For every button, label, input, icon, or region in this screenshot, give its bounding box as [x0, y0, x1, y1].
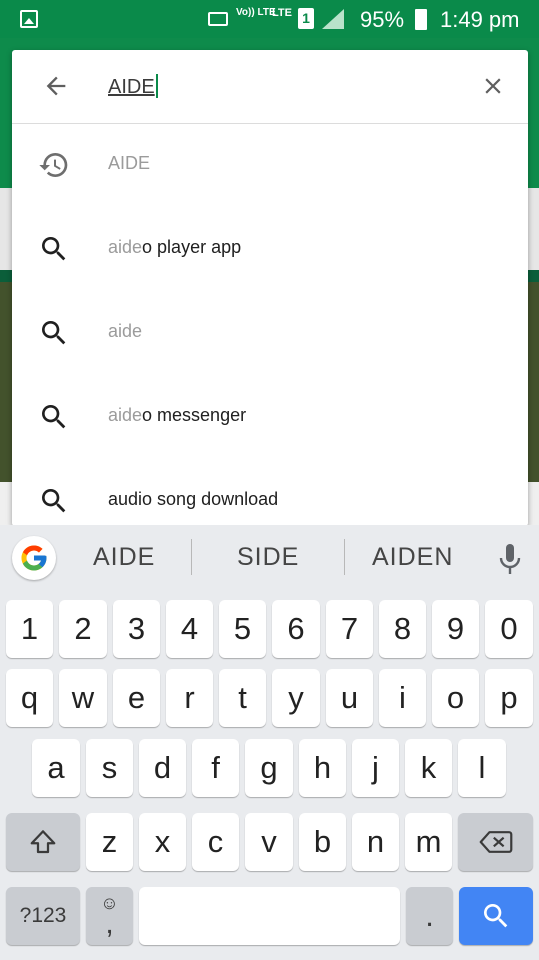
- suggestion-text: audio song download: [108, 489, 279, 509]
- shift-key[interactable]: [6, 813, 80, 871]
- key-n[interactable]: n: [352, 813, 399, 871]
- keyboard-suggestion[interactable]: SIDE: [237, 543, 299, 572]
- battery-percent: 95%: [360, 7, 405, 32]
- keyboard-suggestion[interactable]: AIDE: [93, 543, 155, 572]
- symbols-key[interactable]: ?123: [6, 887, 80, 945]
- key-o[interactable]: o: [432, 669, 479, 727]
- key-k[interactable]: k: [405, 739, 452, 797]
- key-z[interactable]: z: [86, 813, 133, 871]
- suggestion-item[interactable]: aide: [12, 291, 528, 375]
- search-icon: [42, 405, 66, 429]
- clock: 1:49 pm: [440, 7, 520, 32]
- suggestion-item[interactable]: aideo messenger: [12, 375, 528, 459]
- google-g-icon: [21, 545, 47, 571]
- key-c[interactable]: c: [192, 813, 239, 871]
- shift-icon: [30, 830, 56, 854]
- keyboard: AIDE SIDE AIDEN 1 2 3 4 5 6 7 8 9 0 q w …: [0, 525, 539, 960]
- backspace-key[interactable]: [458, 813, 533, 871]
- google-logo-button[interactable]: [12, 536, 56, 580]
- key-t[interactable]: t: [219, 669, 266, 727]
- key-7[interactable]: 7: [326, 600, 373, 658]
- key-d[interactable]: d: [139, 739, 186, 797]
- key-w[interactable]: w: [59, 669, 107, 727]
- key-h[interactable]: h: [299, 739, 346, 797]
- divider: [191, 539, 192, 575]
- key-1[interactable]: 1: [6, 600, 53, 658]
- key-s[interactable]: s: [86, 739, 133, 797]
- status-bar: Vo)) LTE LTE 1 95% 1:49 pm: [0, 0, 539, 38]
- key-i[interactable]: i: [379, 669, 426, 727]
- suggestion-match: aide: [108, 405, 143, 425]
- key-u[interactable]: u: [326, 669, 373, 727]
- battery-icon: [415, 9, 427, 30]
- backspace-icon: [479, 831, 512, 853]
- search-icon: [42, 489, 66, 513]
- suggestion-text: o player app: [142, 237, 242, 257]
- suggestion-text: o messenger: [142, 405, 247, 425]
- key-v[interactable]: v: [245, 813, 293, 871]
- key-y[interactable]: y: [272, 669, 320, 727]
- signal-icon: [322, 9, 344, 29]
- key-3[interactable]: 3: [113, 600, 160, 658]
- key-p[interactable]: p: [485, 669, 533, 727]
- key-m[interactable]: m: [405, 813, 452, 871]
- image-notification-icon: [20, 10, 38, 28]
- key-r[interactable]: r: [166, 669, 213, 727]
- volte-indicator: Vo)) LTE: [236, 7, 276, 18]
- key-5[interactable]: 5: [219, 600, 266, 658]
- key-x[interactable]: x: [139, 813, 186, 871]
- key-g[interactable]: g: [245, 739, 293, 797]
- back-arrow-icon[interactable]: [42, 72, 70, 100]
- suggestion-history[interactable]: AIDE: [12, 123, 528, 207]
- comma-label: ,: [105, 907, 114, 940]
- search-icon: [42, 321, 66, 345]
- lte-indicator: LTE: [272, 7, 292, 19]
- key-0[interactable]: 0: [485, 600, 533, 658]
- key-4[interactable]: 4: [166, 600, 213, 658]
- key-l[interactable]: l: [458, 739, 506, 797]
- search-icon: [484, 904, 508, 928]
- key-2[interactable]: 2: [59, 600, 107, 658]
- divider: [344, 539, 345, 575]
- spacebar[interactable]: [139, 887, 400, 945]
- search-bar: AIDE: [12, 50, 528, 124]
- key-e[interactable]: e: [113, 669, 160, 727]
- suggestion-text: AIDE: [108, 153, 151, 173]
- cast-icon: [208, 12, 228, 26]
- text-cursor: [155, 74, 158, 98]
- key-a[interactable]: a: [32, 739, 80, 797]
- mic-icon[interactable]: [498, 542, 522, 576]
- key-8[interactable]: 8: [379, 600, 426, 658]
- search-input[interactable]: AIDE: [108, 74, 158, 99]
- suggestion-match: aide: [108, 237, 143, 257]
- search-key[interactable]: [459, 887, 533, 945]
- key-j[interactable]: j: [352, 739, 399, 797]
- emoji-comma-key[interactable]: ☺ ,: [86, 887, 133, 945]
- period-key[interactable]: .: [406, 887, 453, 945]
- suggestion-item[interactable]: audio song download: [12, 459, 528, 526]
- close-icon[interactable]: [480, 73, 506, 99]
- key-b[interactable]: b: [299, 813, 346, 871]
- history-icon: [39, 153, 68, 178]
- search-icon: [42, 237, 66, 261]
- key-f[interactable]: f: [192, 739, 239, 797]
- suggestion-match: aide: [108, 321, 143, 341]
- search-panel: AIDE AIDE aideo player app aide aideo me…: [12, 50, 528, 526]
- sim-indicator: 1: [298, 8, 314, 29]
- key-q[interactable]: q: [6, 669, 53, 727]
- keyboard-suggestion[interactable]: AIDEN: [372, 543, 453, 572]
- suggestion-item[interactable]: aideo player app: [12, 207, 528, 291]
- key-9[interactable]: 9: [432, 600, 479, 658]
- key-6[interactable]: 6: [272, 600, 320, 658]
